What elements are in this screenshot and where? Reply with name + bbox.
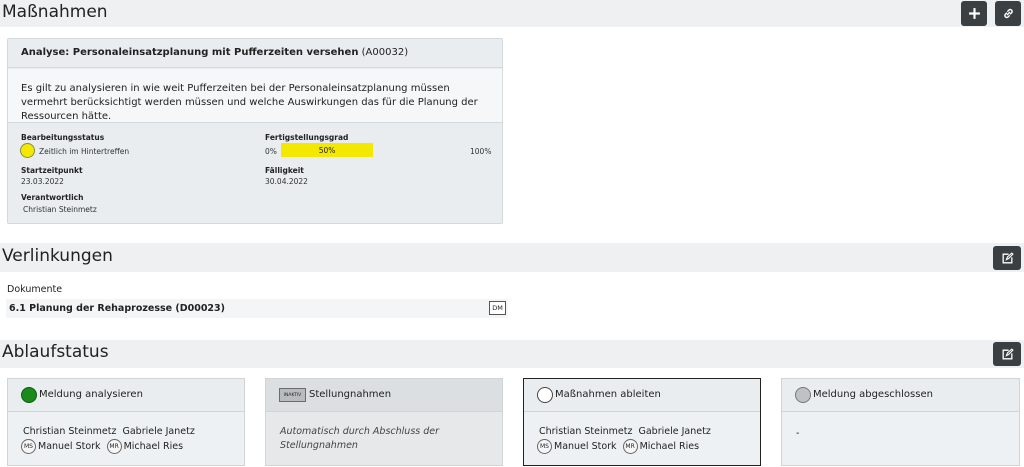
step-header: Maßnahmen ableiten [524, 379, 760, 412]
step-body: - [782, 412, 1019, 465]
step-header: Meldung analysieren [8, 379, 244, 412]
analyse-title-text: Analyse: Personaleinsatzplanung mit Puff… [21, 47, 359, 58]
step-people-row: MS Manuel Stork MR Michael Ries [21, 439, 183, 454]
progress-bar: 50% [281, 143, 469, 157]
documents-label: Dokumente [7, 284, 63, 295]
analyse-id: (A00032) [361, 47, 409, 58]
step-title: Maßnahmen ableiten [555, 389, 661, 400]
progress-text: 50% [318, 146, 336, 155]
link-button[interactable] [995, 1, 1021, 26]
analyse-card-header[interactable]: Analyse: Personaleinsatzplanung mit Puff… [8, 39, 502, 68]
step-header: Meldung abgeschlossen [782, 379, 1019, 412]
avatar: MS [21, 439, 36, 454]
status-yellow-icon [20, 143, 35, 158]
person-name: Manuel Stork [38, 441, 101, 452]
step-title: Meldung analysieren [39, 389, 143, 400]
person-name: Gabriele Janetz [638, 426, 711, 437]
analyse-description: Es gilt zu analysieren in wie weit Puffe… [21, 83, 478, 122]
person-name: Michael Ries [123, 441, 184, 452]
verlinkungen-edit-button[interactable] [993, 246, 1021, 270]
step-header: INAKTIV Stellungnahmen [266, 379, 502, 412]
status-value: Zeitlich im Hintertreffen [39, 147, 130, 156]
start-label: Startzeitpunkt [21, 166, 83, 175]
massnahmen-title: Maßnahmen [2, 2, 108, 22]
add-button[interactable] [961, 1, 987, 26]
step-title: Stellungnahmen [309, 389, 392, 400]
avatar: MR [106, 439, 122, 454]
person-name: Manuel Stork [554, 441, 617, 452]
inactive-badge: INAKTIV [279, 388, 306, 402]
massnahmen-section-header: Maßnahmen [0, 0, 1024, 27]
edit-icon [1002, 347, 1014, 359]
start-value: 23.03.2022 [21, 177, 64, 186]
analyse-description-box: Es gilt zu analysieren in wie weit Puffe… [8, 69, 502, 123]
document-row[interactable]: 6.1 Planung der Rehaprozesse (D00023) DM [6, 299, 508, 318]
person-name: Christian Steinmetz [539, 426, 633, 437]
ablaufstatus-title: Ablaufstatus [2, 342, 109, 362]
person-name: Gabriele Janetz [122, 426, 195, 437]
status-open-icon [537, 387, 553, 403]
plus-icon [968, 8, 980, 19]
due-label: Fälligkeit [265, 166, 304, 175]
ablaufstatus-edit-button[interactable] [993, 342, 1021, 366]
verlinkungen-section-header: Verlinkungen [0, 243, 1024, 272]
avatar: MR [622, 439, 638, 454]
owner-value: Christian Steinmetz [23, 205, 97, 214]
analyse-title: Analyse: Personaleinsatzplanung mit Puff… [21, 47, 408, 58]
step-body: Christian Steinmetz Gabriele Janetz MS Ma… [8, 412, 244, 465]
status-green-icon [21, 387, 37, 403]
progress-min: 0% [265, 147, 277, 156]
verlinkungen-title: Verlinkungen [2, 246, 113, 266]
step-body: Christian Steinmetz Gabriele Janetz MS Ma… [524, 412, 760, 465]
document-dm-badge: DM [489, 301, 506, 315]
due-value: 30.04.2022 [265, 177, 308, 186]
document-name[interactable]: 6.1 Planung der Rehaprozesse (D00023) [9, 303, 225, 314]
step-meldung-abgeschlossen[interactable]: Meldung abgeschlossen - [781, 378, 1020, 466]
status-label: Bearbeitungsstatus [21, 133, 105, 142]
person-name: Christian Steinmetz [23, 426, 117, 437]
progress-label: Fertigstellungsgrad [265, 133, 349, 142]
progress-max: 100% [470, 147, 492, 156]
owner-label: Verantwortlich [21, 193, 84, 202]
step-people-row: Christian Steinmetz Gabriele Janetz [539, 426, 711, 437]
step-body: Automatisch durch Abschluss der Stellung… [266, 412, 502, 465]
edit-icon [1002, 251, 1014, 263]
step-people-row: Christian Steinmetz Gabriele Janetz [23, 426, 195, 437]
step-title: Meldung abgeschlossen [813, 389, 933, 400]
step-meldung-analysieren[interactable]: Meldung analysieren Christian Steinmetz … [7, 378, 245, 466]
step-people-row: MS Manuel Stork MR Michael Ries [537, 439, 699, 454]
person-name: Michael Ries [639, 441, 700, 452]
ablaufstatus-section-header: Ablaufstatus [0, 340, 1024, 368]
step-empty-value: - [796, 428, 800, 439]
status-gray-icon [795, 387, 811, 403]
step-massnahmen-ableiten[interactable]: Maßnahmen ableiten Christian Steinmetz G… [523, 378, 761, 466]
step-note: Automatisch durch Abschluss der Stellung… [280, 426, 440, 451]
step-stellungnahmen[interactable]: INAKTIV Stellungnahmen Automatisch durch… [265, 378, 503, 466]
link-icon [1003, 8, 1013, 19]
avatar: MS [537, 439, 552, 454]
